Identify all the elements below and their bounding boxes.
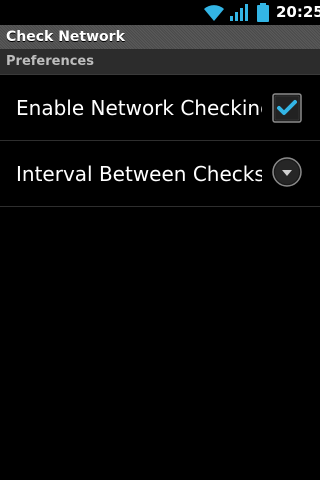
preference-title: Enable Network Checking — [16, 96, 262, 120]
signal-icon — [230, 4, 248, 21]
enable-network-checkbox[interactable] — [272, 93, 302, 123]
preference-category-header: Preferences — [0, 50, 320, 75]
wifi-icon — [204, 5, 224, 21]
preference-category-label: Preferences — [6, 54, 94, 69]
interval-dropdown-button[interactable] — [272, 157, 302, 187]
battery-icon — [257, 3, 269, 22]
status-bar: 20:25 — [0, 0, 320, 25]
preference-interval-between-checks[interactable]: Interval Between Checks — [0, 141, 320, 207]
app-title-bar: Check Network — [0, 25, 320, 50]
screen: 20:25 Check Network Preferences Enable N… — [0, 0, 320, 480]
status-clock: 20:25 — [276, 3, 320, 21]
app-title: Check Network — [6, 29, 125, 45]
preference-enable-network-checking[interactable]: Enable Network Checking — [0, 75, 320, 141]
preference-title: Interval Between Checks — [16, 162, 262, 186]
